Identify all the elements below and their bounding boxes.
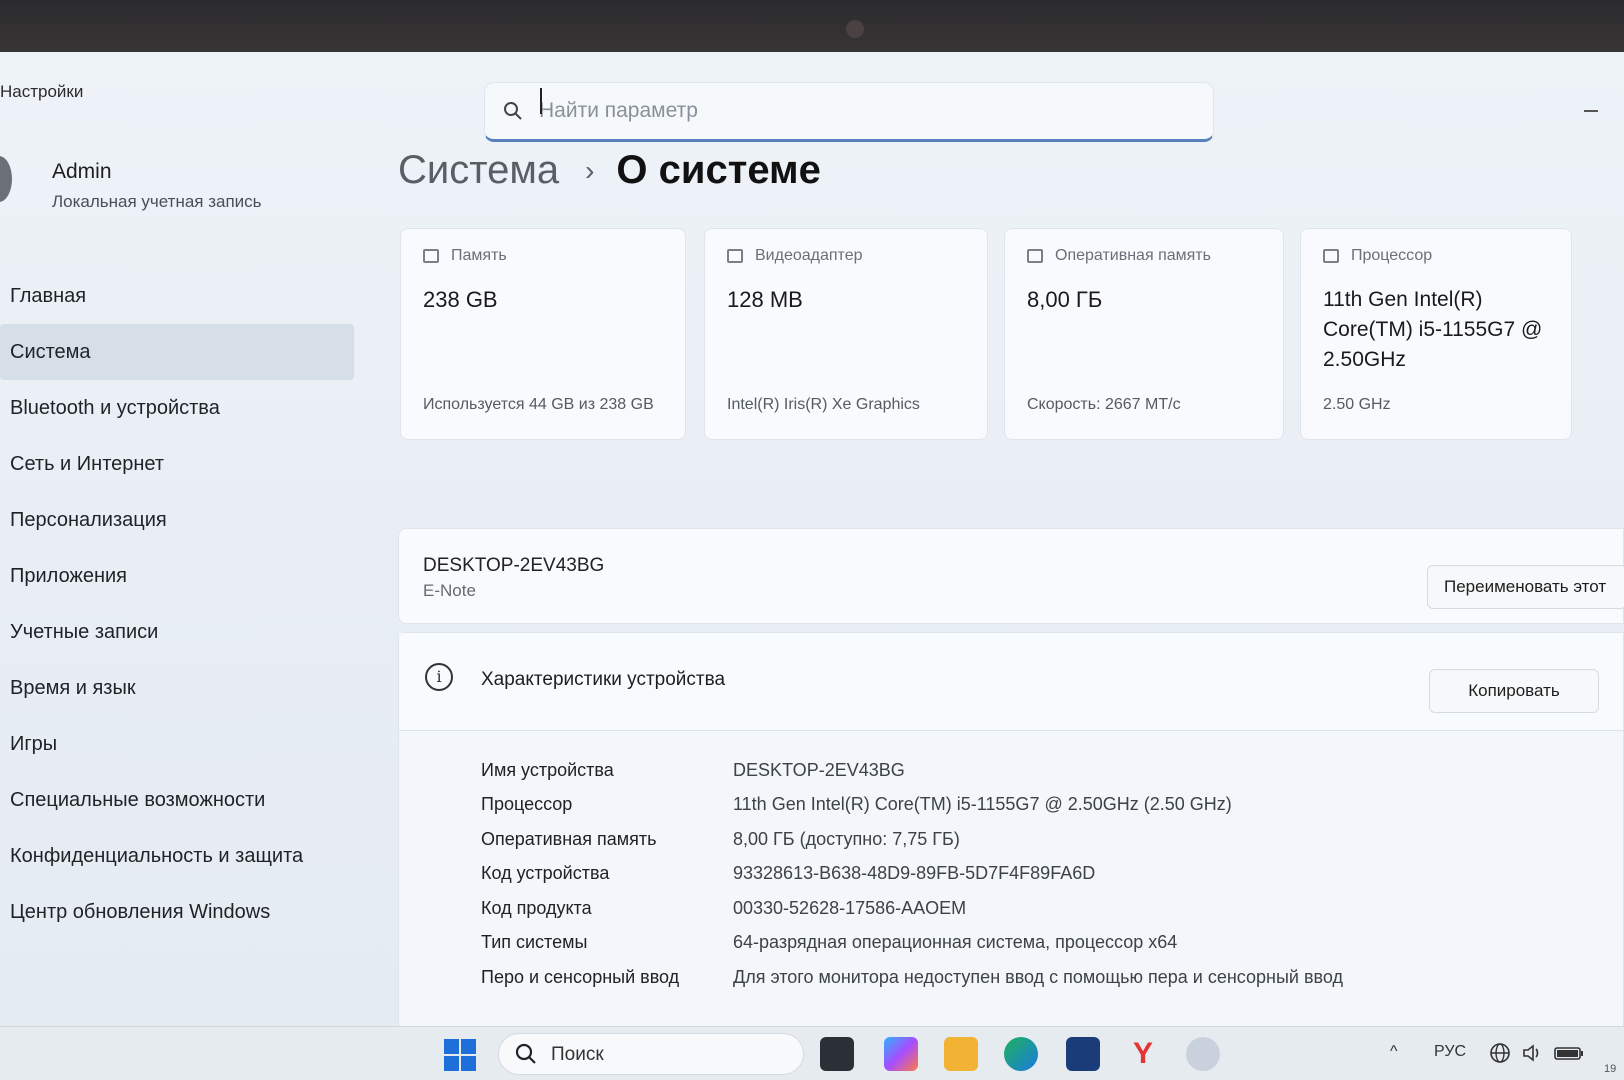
app-title: Настройки (0, 82, 84, 101)
card-detail: 2.50 GHz (1323, 396, 1391, 413)
sidebar-item-system[interactable]: Система (0, 324, 354, 380)
store-icon[interactable] (1066, 1037, 1100, 1071)
spec-row: Код продукта 00330-52628-17586-AAOEM (481, 891, 1343, 926)
info-icon: i (425, 663, 453, 691)
spec-value: 64-разрядная операционная система, проце… (733, 932, 1178, 953)
spec-list: Имя устройства DESKTOP-2EV43BG Процессор 1… (481, 753, 1343, 995)
spec-value: DESKTOP-2EV43BG (733, 759, 905, 780)
sidebar-item-apps[interactable]: Приложения (0, 548, 354, 604)
device-specs-header[interactable]: i Характеристики устройства Копировать (399, 633, 1623, 731)
search-icon (515, 1043, 536, 1064)
task-view-icon[interactable] (820, 1037, 854, 1071)
card-value: 11th Gen Intel(R) Core(TM) i5-1155G7 @ 2… (1323, 288, 1543, 371)
spec-key: Код устройства (481, 863, 610, 884)
search-input[interactable] (539, 93, 1179, 129)
clock-text[interactable]: 19 (1604, 1063, 1616, 1075)
card-value: 8,00 ГБ (1027, 287, 1103, 312)
card-detail: Скорость: 2667 MT/c (1027, 396, 1181, 413)
card-label: Процессор (1351, 247, 1433, 264)
spec-row: Оперативная память 8,00 ГБ (доступно: 7,7… (481, 822, 1343, 857)
cpu-icon (1323, 249, 1339, 263)
card-label: Видеоадаптер (755, 247, 863, 264)
breadcrumb-separator: › (585, 154, 595, 186)
taskbar-search-label: Поиск (551, 1044, 604, 1065)
m365-icon[interactable] (884, 1037, 918, 1071)
settings-icon[interactable] (1186, 1037, 1220, 1071)
search-box[interactable] (484, 82, 1214, 142)
breadcrumb: Система › О системе (398, 148, 821, 193)
spec-key: Код продукта (481, 897, 592, 918)
file-explorer-icon[interactable] (944, 1037, 978, 1071)
language-indicator[interactable]: РУС (1434, 1043, 1466, 1061)
sidebar-item-privacy[interactable]: Конфиденциальность и защита (0, 828, 354, 884)
search-icon (504, 102, 522, 120)
device-name-row: DESKTOP-2EV43BG E-Note Переименовать это… (398, 528, 1624, 624)
device-model: E-Note (423, 581, 476, 600)
sidebar-item-windows-update[interactable]: Центр обновления Windows (0, 884, 354, 940)
minimize-button[interactable] (1584, 110, 1598, 112)
spec-row: Имя устройства DESKTOP-2EV43BG (481, 753, 1343, 788)
card-label: Память (451, 247, 507, 264)
spec-value: 8,00 ГБ (доступно: 7,75 ГБ) (733, 828, 960, 849)
webcam (846, 20, 864, 38)
spec-key: Процессор (481, 794, 573, 815)
spec-value: 11th Gen Intel(R) Core(TM) i5-1155G7 @ 2… (733, 794, 1232, 815)
storage-icon (423, 249, 439, 263)
sidebar-item-home[interactable]: Главная (0, 268, 354, 324)
gpu-icon (727, 249, 743, 263)
battery-icon[interactable] (1554, 1041, 1584, 1065)
windows-start-icon[interactable] (444, 1039, 476, 1071)
spec-key: Имя устройства (481, 759, 614, 780)
spec-key: Тип системы (481, 932, 588, 953)
spec-value: 00330-52628-17586-AAOEM (733, 897, 967, 918)
storage-card[interactable]: Память 238 GB Используется 44 GB из 238 … (400, 228, 686, 440)
spec-value: Для этого монитора недоступен ввод с пом… (733, 966, 1343, 987)
sidebar-item-time-language[interactable]: Время и язык (0, 660, 354, 716)
sidebar-nav: Главная Система Bluetooth и устройства С… (0, 268, 354, 940)
avatar[interactable] (0, 156, 12, 202)
sidebar-item-personalization[interactable]: Персонализация (0, 492, 354, 548)
settings-window: Настройки Admin Локальная учетная запись… (0, 52, 1624, 1044)
card-value: 238 GB (423, 287, 498, 312)
edge-icon[interactable] (1004, 1037, 1038, 1071)
card-value: 128 MB (727, 287, 803, 312)
text-caret (540, 88, 542, 114)
breadcrumb-parent[interactable]: Система (398, 148, 559, 193)
device-specs-panel: i Характеристики устройства Копировать И… (398, 632, 1624, 1044)
card-label: Оперативная память (1055, 247, 1211, 264)
spec-row: Процессор 11th Gen Intel(R) Core(TM) i5-1… (481, 788, 1343, 823)
spec-value: 93328613-B638-48D9-89FB-5D7F4F89FA6D (733, 863, 1096, 884)
sidebar-item-network[interactable]: Сеть и Интернет (0, 436, 354, 492)
user-name[interactable]: Admin (52, 160, 112, 184)
sidebar-item-accounts[interactable]: Учетные записи (0, 604, 354, 660)
volume-icon[interactable] (1520, 1041, 1544, 1065)
spec-key: Перо и сенсорный ввод (481, 966, 680, 987)
spec-row: Тип системы 64-разрядная операционная сис… (481, 926, 1343, 961)
card-detail: Используется 44 GB из 238 GB (423, 396, 654, 413)
laptop-bezel (0, 0, 1624, 60)
device-specs-title: Характеристики устройства (481, 669, 726, 690)
sidebar-item-bluetooth[interactable]: Bluetooth и устройства (0, 380, 354, 436)
taskbar-search[interactable]: Поиск (498, 1033, 804, 1075)
tray-chevron-up-icon[interactable]: ^ (1390, 1043, 1398, 1061)
rename-pc-button[interactable]: Переименовать этот (1427, 565, 1624, 609)
sidebar-item-gaming[interactable]: Игры (0, 716, 354, 772)
yandex-browser-icon[interactable]: Y (1126, 1037, 1160, 1071)
copy-button[interactable]: Копировать (1429, 669, 1599, 713)
gpu-card[interactable]: Видеоадаптер 128 MB Intel(R) Iris(R) Xe … (704, 228, 988, 440)
user-account-type: Локальная учетная запись (52, 192, 262, 211)
page-title: О системе (616, 148, 821, 192)
spec-row: Код устройства 93328613-B638-48D9-89FB-5D… (481, 857, 1343, 892)
ram-card[interactable]: Оперативная память 8,00 ГБ Скорость: 266… (1004, 228, 1284, 440)
device-name: DESKTOP-2EV43BG (423, 555, 605, 576)
taskbar: Поиск Y ^ РУС 19 (0, 1026, 1624, 1080)
network-globe-icon[interactable] (1488, 1041, 1512, 1065)
cpu-card[interactable]: Процессор 11th Gen Intel(R) Core(TM) i5-… (1300, 228, 1572, 440)
card-detail: Intel(R) Iris(R) Xe Graphics (727, 396, 920, 413)
sidebar-item-accessibility[interactable]: Специальные возможности (0, 772, 354, 828)
spec-row: Перо и сенсорный ввод Для этого монитора … (481, 960, 1343, 995)
spec-key: Оперативная память (481, 828, 657, 849)
ram-icon (1027, 249, 1043, 263)
